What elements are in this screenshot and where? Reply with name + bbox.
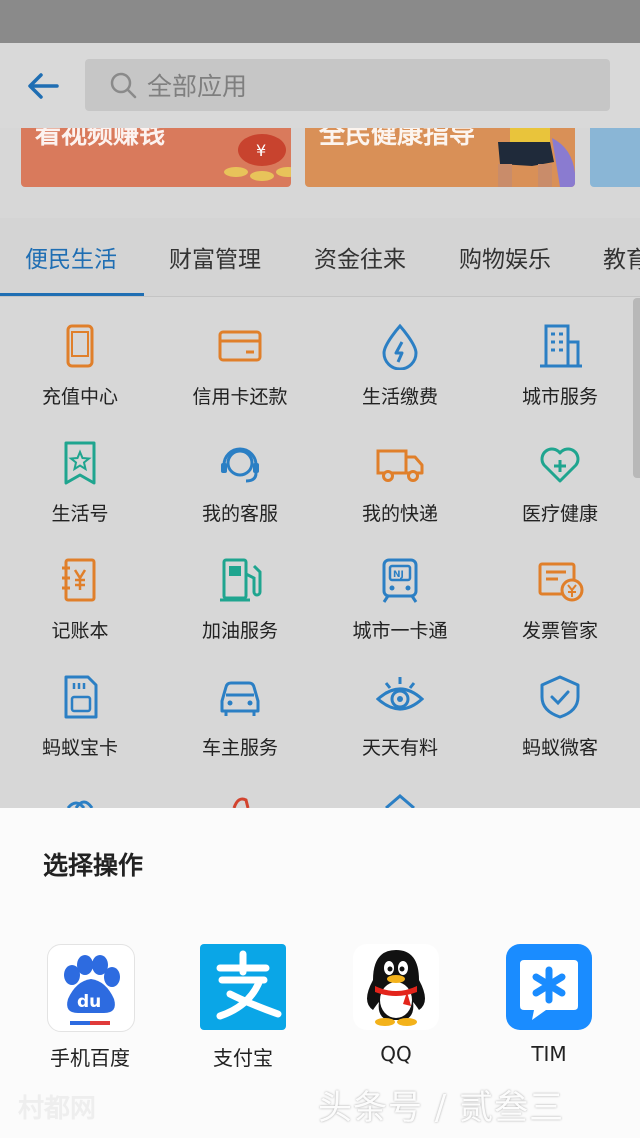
car-icon: [220, 681, 260, 716]
category-tabs: 便民生活 财富管理 资金往来 购物娱乐 教育: [0, 218, 640, 297]
city-building-icon: [540, 324, 582, 368]
search-placeholder: 全部应用: [147, 72, 248, 101]
top-bar: 全部应用: [0, 43, 640, 128]
alipay-icon: [200, 944, 286, 1030]
service-car-owner[interactable]: 车主服务: [160, 649, 320, 766]
ledger-yuan-icon: [62, 558, 96, 602]
utility-drop-icon: [382, 323, 418, 370]
qq-penguin-icon: [353, 944, 439, 1030]
app-baidu[interactable]: du 手机百度: [30, 944, 150, 1074]
service-fuel[interactable]: 加油服务: [160, 532, 320, 649]
tab-shopping[interactable]: 购物娱乐: [459, 240, 551, 274]
app-qq[interactable]: QQ: [336, 944, 456, 1074]
sim-card-icon: [64, 675, 98, 719]
app-name: 支付宝: [213, 1046, 273, 1070]
service-label: 蚂蚁微客: [521, 737, 598, 759]
money-bag-icon: ¥: [224, 134, 291, 181]
fuel-pump-icon: [220, 558, 262, 602]
phone-icon: [66, 324, 94, 368]
service-medical[interactable]: 医疗健康: [480, 415, 640, 532]
service-label: 生活号: [51, 503, 109, 525]
banner-label: 看视频赚钱: [35, 128, 166, 150]
svg-text:¥: ¥: [256, 141, 266, 160]
service-label: 信用卡还款: [192, 386, 288, 408]
service-label: 我的快递: [361, 503, 438, 525]
service-transit-card[interactable]: NJ 城市一卡通: [320, 532, 480, 649]
service-label: 我的客服: [201, 503, 278, 525]
app-name: TIM: [531, 1042, 567, 1066]
runner-illustration: [498, 128, 575, 187]
app-tim[interactable]: TIM: [489, 944, 609, 1074]
partial-icon: [385, 794, 415, 808]
headset-icon: [221, 447, 259, 483]
banner-third[interactable]: [590, 128, 640, 187]
service-customer-support[interactable]: 我的客服: [160, 415, 320, 532]
bookmark-star-icon: [64, 441, 96, 485]
banner-label: 全民健康指导: [319, 128, 476, 150]
tab-wealth[interactable]: 财富管理: [169, 240, 261, 274]
service-label: 充值中心: [41, 386, 118, 408]
partial-icon: [232, 797, 250, 808]
service-label: 城市服务: [521, 386, 598, 408]
tim-icon: [506, 944, 592, 1030]
search-icon: [110, 72, 137, 99]
service-daily-news[interactable]: 天天有料: [320, 649, 480, 766]
watermark-left: 村都网: [18, 1094, 97, 1124]
service-label: 发票管家: [521, 620, 598, 642]
eye-icon: [376, 677, 424, 711]
sheet-title: 选择操作: [43, 851, 144, 880]
app-name: 手机百度: [50, 1046, 130, 1070]
invoice-icon: [538, 562, 584, 602]
banner-earn-money[interactable]: 看视频赚钱 ¥: [21, 128, 291, 187]
service-recharge[interactable]: 充值中心: [0, 298, 160, 415]
tab-transfers[interactable]: 资金往来: [314, 240, 406, 274]
active-tab-indicator: [0, 293, 144, 296]
medical-heart-icon: [540, 447, 580, 483]
scrollbar[interactable]: [633, 298, 640, 478]
shield-check-icon: [540, 675, 580, 719]
baidu-paw-icon: du: [47, 944, 135, 1032]
truck-icon: [376, 449, 424, 482]
service-label: 蚂蚁宝卡: [41, 737, 118, 759]
service-label: 加油服务: [201, 620, 278, 642]
app-alipay[interactable]: 支付宝: [183, 944, 303, 1074]
service-label: 城市一卡通: [352, 620, 448, 642]
svg-text:NJ: NJ: [393, 570, 404, 580]
credit-card-icon: [218, 330, 262, 362]
status-bar: [0, 0, 640, 43]
service-ledger[interactable]: 记账本: [0, 532, 160, 649]
banner-health[interactable]: 全民健康指导: [305, 128, 575, 187]
service-credit-card[interactable]: 信用卡还款: [160, 298, 320, 415]
search-input[interactable]: 全部应用: [85, 59, 610, 111]
partial-icon: [66, 800, 94, 808]
back-arrow-icon: [28, 73, 59, 99]
service-life-account[interactable]: 生活号: [0, 415, 160, 532]
service-label: 车主服务: [201, 737, 278, 759]
service-invoice[interactable]: 发票管家: [480, 532, 640, 649]
service-label: 天天有料: [361, 737, 438, 759]
service-ant-card[interactable]: 蚂蚁宝卡: [0, 649, 160, 766]
tab-convenience[interactable]: 便民生活: [25, 240, 117, 274]
service-label: 记账本: [51, 620, 109, 642]
service-express[interactable]: 我的快递: [320, 415, 480, 532]
service-utilities[interactable]: 生活缴费: [320, 298, 480, 415]
app-name: QQ: [380, 1042, 412, 1066]
back-button[interactable]: [22, 65, 64, 107]
watermark: 头条号 / 贰叁三: [318, 1088, 565, 1128]
service-label: 医疗健康: [521, 503, 598, 525]
svg-text:du: du: [77, 992, 101, 1012]
service-ant-micro[interactable]: 蚂蚁微客: [480, 649, 640, 766]
transit-card-icon: NJ: [382, 558, 418, 603]
service-grid: 充值中心 信用卡还款 生活缴费 城市服务 生活号 我的客服 我的快递 医疗健康 …: [0, 298, 640, 808]
banner-carousel: 看视频赚钱 ¥ 全民健康指导: [0, 128, 640, 206]
service-city[interactable]: 城市服务: [480, 298, 640, 415]
service-label: 生活缴费: [361, 386, 438, 408]
tab-education[interactable]: 教育: [603, 240, 640, 274]
